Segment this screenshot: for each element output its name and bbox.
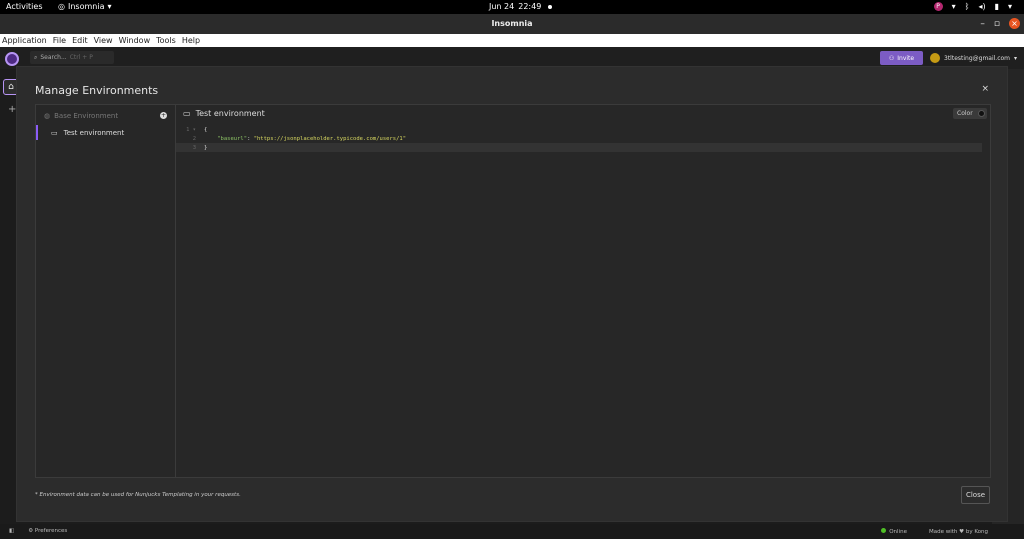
chevron-down-icon: ▾ [107, 2, 112, 11]
code-text: { [204, 126, 208, 133]
environment-icon: ▭ [183, 109, 191, 118]
minimize-icon[interactable]: – [980, 19, 985, 29]
invite-button[interactable]: ⚇ Invite [880, 51, 923, 65]
volume-icon: ◂) [978, 2, 986, 11]
code-text: } [204, 144, 208, 151]
online-dot-icon [881, 528, 887, 533]
environment-list: ◍ Base Environment + ▭ Test environment [36, 105, 176, 477]
json-separator: : [247, 135, 254, 142]
modal-title: Manage Environments [35, 84, 159, 97]
battery-icon: ▮ [994, 2, 999, 11]
app-name: Insomnia [67, 2, 105, 11]
indicator-badge-icon[interactable]: P [933, 2, 943, 11]
account-menu[interactable]: 3tltesting@gmail.com ▾ [930, 53, 1017, 63]
menu-file[interactable]: File [53, 36, 66, 45]
environment-icon: ▭ [51, 128, 58, 137]
insomnia-small-icon: ◎ [58, 2, 65, 11]
base-environment-label: Base Environment [54, 112, 119, 120]
json-code-editor[interactable]: 1 ▾ { 2 "baseurl": "https://jsonplacehol… [176, 125, 982, 152]
search-label: Search... [40, 54, 67, 61]
close-button[interactable]: Close [961, 486, 990, 504]
window-title: Insomnia [491, 19, 533, 28]
add-user-icon: ⚇ [888, 54, 895, 62]
menu-help[interactable]: Help [182, 36, 200, 45]
line-number: 1 ▾ [186, 126, 196, 133]
code-line: 2 "baseurl": "https://jsonplaceholder.ty… [176, 134, 982, 143]
base-environment-item[interactable]: ◍ Base Environment [44, 112, 118, 120]
online-status: Online [881, 528, 907, 535]
online-label: Online [889, 529, 907, 535]
color-label: Color [957, 110, 973, 117]
code-line: 1 ▾ { [176, 125, 982, 134]
app-menubar: Application File Edit View Window Tools … [0, 34, 1024, 47]
system-tray[interactable]: P ▾ ᛒ ◂) ▮ ▾ [933, 2, 1012, 11]
account-email: 3tltesting@gmail.com [944, 54, 1011, 62]
power-menu-icon: ▾ [1007, 2, 1012, 11]
avatar [930, 53, 940, 63]
activities-button[interactable]: Activities [6, 2, 43, 11]
date: Jun 24 [489, 2, 515, 11]
code-line: 3 } [176, 143, 982, 152]
environment-main: ▭ Test environment Color 1 ▾ { 2 "baseur… [176, 105, 990, 477]
maximize-icon[interactable]: ▫ [994, 19, 1000, 29]
app-menu-button[interactable]: ◎ Insomnia ▾ [58, 2, 111, 11]
gear-icon: ⚙ [28, 528, 34, 534]
heart-icon: ♥ [959, 528, 965, 535]
templating-footnote: * Environment data can be used for Nunju… [35, 492, 241, 498]
system-top-bar: Activities ◎ Insomnia ▾ Jun 24 22:49 P ▾… [0, 0, 1024, 14]
environment-item-label: Test environment [63, 128, 125, 137]
made-with-prefix: Made with [928, 528, 958, 535]
color-swatch-icon [977, 110, 985, 117]
preferences-button[interactable]: ⚙ Preferences [28, 528, 67, 534]
modal-close-icon[interactable]: × [981, 84, 989, 94]
globe-icon: ◍ [44, 112, 51, 120]
search-shortcut: Ctrl + P [69, 54, 93, 61]
json-value: "https://jsonplaceholder.typicode.com/us… [253, 135, 407, 142]
line-number: 2 [192, 135, 196, 142]
line-number: 3 [192, 144, 196, 151]
menu-view[interactable]: View [94, 36, 113, 45]
environment-header: ▭ Test environment [183, 109, 265, 118]
menu-application[interactable]: Application [2, 36, 47, 45]
notification-dot-icon [548, 4, 553, 9]
chevron-down-icon: ▾ [1014, 54, 1018, 62]
made-with-suffix: by Kong [965, 528, 988, 535]
status-bar: ◧ ⚙ Preferences Online Made with ♥ by Ko… [0, 524, 1024, 539]
environment-name[interactable]: Test environment [196, 109, 265, 118]
menu-window[interactable]: Window [119, 36, 151, 45]
manage-environments-modal: Manage Environments × ◍ Base Environment… [16, 66, 1008, 522]
insomnia-logo-icon[interactable] [5, 52, 19, 66]
invite-label: Invite [897, 54, 915, 62]
search-icon: ⌕ [34, 53, 38, 61]
bluetooth-icon: ᛒ [964, 2, 970, 11]
code-text: "baseurl": "https://jsonplaceholder.typi… [200, 136, 406, 142]
toggle-sidebar-icon[interactable]: ◧ [9, 528, 14, 534]
menu-tools[interactable]: Tools [156, 36, 176, 45]
add-environment-icon[interactable]: + [160, 112, 167, 119]
clock[interactable]: Jun 24 22:49 [489, 2, 553, 11]
color-picker-button[interactable]: Color [953, 108, 987, 119]
wifi-icon: ▾ [951, 2, 956, 11]
preferences-label: Preferences [34, 528, 68, 534]
window-titlebar: Insomnia – ▫ × [0, 14, 1024, 34]
environment-editor-panel: ◍ Base Environment + ▭ Test environment … [35, 104, 991, 478]
made-with-kong[interactable]: Made with ♥ by Kong [929, 529, 988, 535]
search-button[interactable]: ⌕ Search... Ctrl + P [30, 51, 114, 64]
window-close-icon[interactable]: × [1009, 18, 1020, 29]
environment-item-test[interactable]: ▭ Test environment [36, 125, 175, 140]
time: 22:49 [518, 2, 542, 11]
json-key: "baseurl" [217, 135, 248, 142]
menu-edit[interactable]: Edit [72, 36, 88, 45]
